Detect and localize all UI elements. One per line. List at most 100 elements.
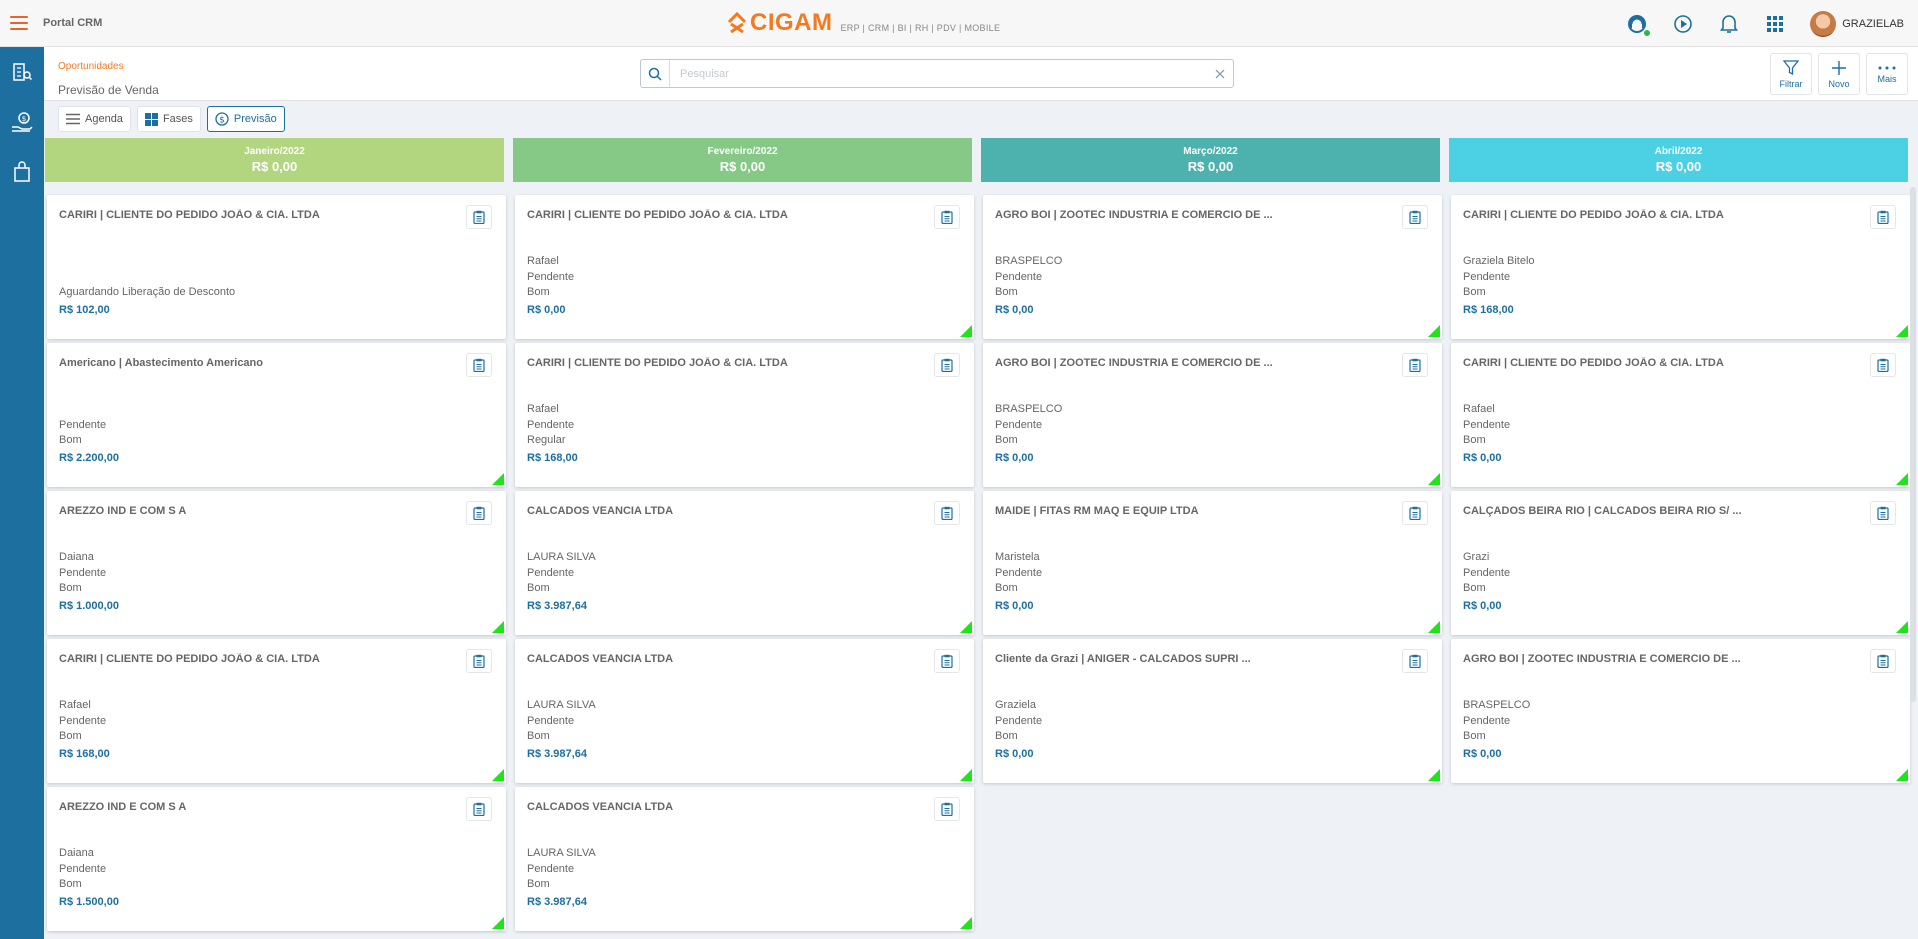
card-title: CALCADOS VEANCIA LTDA bbox=[527, 505, 674, 517]
card-details-button[interactable] bbox=[466, 501, 492, 525]
opportunity-card[interactable]: AREZZO IND E COM S A Daiana Pendente Bom R$ … bbox=[47, 787, 506, 931]
status-flag-icon bbox=[1896, 621, 1908, 633]
card-details-button[interactable] bbox=[466, 205, 492, 229]
card-detail-line: Bom bbox=[1463, 434, 1486, 446]
sidebar-item-sales[interactable]: $ bbox=[0, 97, 44, 147]
card-details-button[interactable] bbox=[1870, 205, 1896, 229]
card-details-button[interactable] bbox=[1870, 649, 1896, 673]
opportunity-card[interactable]: AGRO BOI | ZOOTEC INDUSTRIA E COMERCIO D… bbox=[983, 343, 1442, 487]
card-detail-line: Bom bbox=[1463, 730, 1486, 742]
card-detail-line: Pendente bbox=[527, 566, 575, 579]
card-value: R$ 0,00 bbox=[995, 304, 1034, 316]
card-detail-line: Bom bbox=[995, 730, 1018, 742]
search-input[interactable] bbox=[670, 61, 1207, 86]
opportunity-card[interactable]: CARIRI | CLIENTE DO PEDIDO JOÃO & CIA. L… bbox=[1451, 343, 1910, 487]
opportunity-card[interactable]: CALCADOS VEANCIA LTDA LAURA SILVA Pendente… bbox=[515, 639, 974, 783]
card-value: R$ 168,00 bbox=[527, 452, 578, 464]
column-1: Janeiro/2022 R$ 0,00 CARIRI | CLIENTE DO P… bbox=[45, 138, 506, 931]
opportunity-card[interactable]: Americano | Abastecimento Americano Pende… bbox=[47, 343, 506, 487]
card-detail-line: Pendente bbox=[59, 418, 107, 431]
opportunity-card[interactable]: CARIRI | CLIENTE DO PEDIDO JOÃO & CIA. L… bbox=[515, 195, 974, 339]
card-detail-line: BRASPELCO bbox=[995, 255, 1063, 267]
card-details-button[interactable] bbox=[466, 649, 492, 673]
card-detail-line: Rafael bbox=[527, 255, 559, 267]
opportunity-card[interactable]: CARIRI | CLIENTE DO PEDIDO JOÃO & CIA. L… bbox=[1451, 195, 1910, 339]
card-details-button[interactable] bbox=[934, 797, 960, 821]
clipboard-icon bbox=[473, 358, 485, 372]
breadcrumb[interactable]: Oportunidades bbox=[58, 61, 124, 72]
opportunity-card[interactable]: AREZZO IND E COM S A Daiana Pendente Bom R$ … bbox=[47, 491, 506, 635]
card-value: R$ 3.987,64 bbox=[527, 896, 587, 908]
card-details-button[interactable] bbox=[1870, 353, 1896, 377]
apps-grid-icon[interactable] bbox=[1764, 13, 1786, 35]
card-details-button[interactable] bbox=[934, 501, 960, 525]
tab-previsao-label: Previsão bbox=[233, 113, 277, 125]
opportunity-card[interactable]: CARIRI | CLIENTE DO PEDIDO JOÃO & CIA. L… bbox=[515, 343, 974, 487]
clear-search-icon[interactable] bbox=[1207, 60, 1233, 87]
card-title: CALÇADOS BEIRA RIO | CALCADOS BEIRA RIO … bbox=[1463, 505, 1742, 517]
card-title: CARIRI | CLIENTE DO PEDIDO JOÃO & CIA. L… bbox=[1463, 209, 1724, 221]
card-detail-line: Bom bbox=[59, 730, 82, 742]
card-title: Americano | Abastecimento Americano bbox=[59, 357, 263, 369]
status-flag-icon bbox=[1428, 473, 1440, 485]
card-details-button[interactable] bbox=[934, 353, 960, 377]
card-details-button[interactable] bbox=[1402, 501, 1428, 525]
more-button[interactable]: Mais bbox=[1866, 53, 1908, 95]
column-total: R$ 0,00 bbox=[251, 159, 298, 174]
column-month: Abril/2022 bbox=[1654, 146, 1703, 157]
card-detail-line: BRASPELCO bbox=[1463, 699, 1531, 711]
card-details-button[interactable] bbox=[466, 797, 492, 821]
card-detail-line: Rafael bbox=[59, 699, 91, 711]
card-details-button[interactable] bbox=[1870, 501, 1896, 525]
tab-agenda[interactable]: Agenda bbox=[58, 106, 131, 132]
search-icon[interactable] bbox=[641, 60, 670, 87]
opportunity-card[interactable]: CARIRI | CLIENTE DO PEDIDO JOÃO & CIA. L… bbox=[47, 195, 506, 339]
status-flag-icon bbox=[960, 769, 972, 781]
menu-icon[interactable] bbox=[10, 16, 28, 30]
card-value: R$ 0,00 bbox=[1463, 600, 1502, 612]
status-flag-icon bbox=[960, 325, 972, 337]
tab-agenda-label: Agenda bbox=[85, 113, 123, 125]
card-details-button[interactable] bbox=[934, 205, 960, 229]
card-details-button[interactable] bbox=[934, 649, 960, 673]
card-detail-line: Bom bbox=[59, 434, 82, 446]
card-details-button[interactable] bbox=[1402, 353, 1428, 377]
clipboard-icon bbox=[941, 358, 953, 372]
filter-button[interactable]: Filtrar bbox=[1770, 53, 1812, 95]
opportunity-card[interactable]: CALCADOS VEANCIA LTDA LAURA SILVA Pendente… bbox=[515, 787, 974, 931]
card-detail-line: Rafael bbox=[527, 403, 559, 415]
column-total: R$ 0,00 bbox=[1187, 159, 1234, 174]
opportunity-card[interactable]: AGRO BOI | ZOOTEC INDUSTRIA E COMERCIO D… bbox=[983, 195, 1442, 339]
card-details-button[interactable] bbox=[1402, 205, 1428, 229]
list-icon bbox=[66, 113, 80, 125]
opportunity-card[interactable]: Cliente da Grazi | ANIGER - CALCADOS SUP… bbox=[983, 639, 1442, 783]
play-icon[interactable] bbox=[1672, 13, 1694, 35]
board-scrollbar[interactable] bbox=[1910, 187, 1916, 702]
clipboard-icon bbox=[1877, 358, 1889, 372]
opportunity-card[interactable]: AGRO BOI | ZOOTEC INDUSTRIA E COMERCIO D… bbox=[1451, 639, 1910, 783]
sidebar-item-opportunities[interactable] bbox=[0, 47, 44, 97]
sidebar-item-orders[interactable] bbox=[0, 147, 44, 197]
bell-icon[interactable] bbox=[1718, 13, 1740, 35]
tab-fases[interactable]: Fases bbox=[136, 106, 201, 132]
card-value: R$ 0,00 bbox=[1463, 748, 1502, 760]
opportunity-card[interactable]: CALÇADOS BEIRA RIO | CALCADOS BEIRA RIO … bbox=[1451, 491, 1910, 635]
card-details-button[interactable] bbox=[1402, 649, 1428, 673]
status-flag-icon bbox=[1428, 325, 1440, 337]
card-detail-line: Maristela bbox=[995, 551, 1040, 563]
card-details-button[interactable] bbox=[466, 353, 492, 377]
tab-previsao[interactable]: $ Previsão bbox=[206, 106, 285, 132]
status-flag-icon bbox=[1896, 325, 1908, 337]
column-total: R$ 0,00 bbox=[1655, 159, 1702, 174]
card-title: AGRO BOI | ZOOTEC INDUSTRIA E COMERCIO D… bbox=[995, 357, 1273, 369]
opportunity-card[interactable]: CARIRI | CLIENTE DO PEDIDO JOÃO & CIA. L… bbox=[47, 639, 506, 783]
support-icon[interactable] bbox=[1626, 13, 1652, 37]
card-detail-line: Pendente bbox=[1463, 270, 1511, 283]
new-button[interactable]: Novo bbox=[1818, 53, 1860, 95]
user-menu[interactable]: GRAZIELAB bbox=[1810, 10, 1904, 37]
card-detail-line: Bom bbox=[527, 878, 550, 890]
card-title: MAIDE | FITAS RM MAQ E EQUIP LTDA bbox=[995, 505, 1199, 517]
card-detail-line: LAURA SILVA bbox=[527, 551, 596, 563]
opportunity-card[interactable]: MAIDE | FITAS RM MAQ E EQUIP LTDA Mariste… bbox=[983, 491, 1442, 635]
opportunity-card[interactable]: CALCADOS VEANCIA LTDA LAURA SILVA Pendente… bbox=[515, 491, 974, 635]
